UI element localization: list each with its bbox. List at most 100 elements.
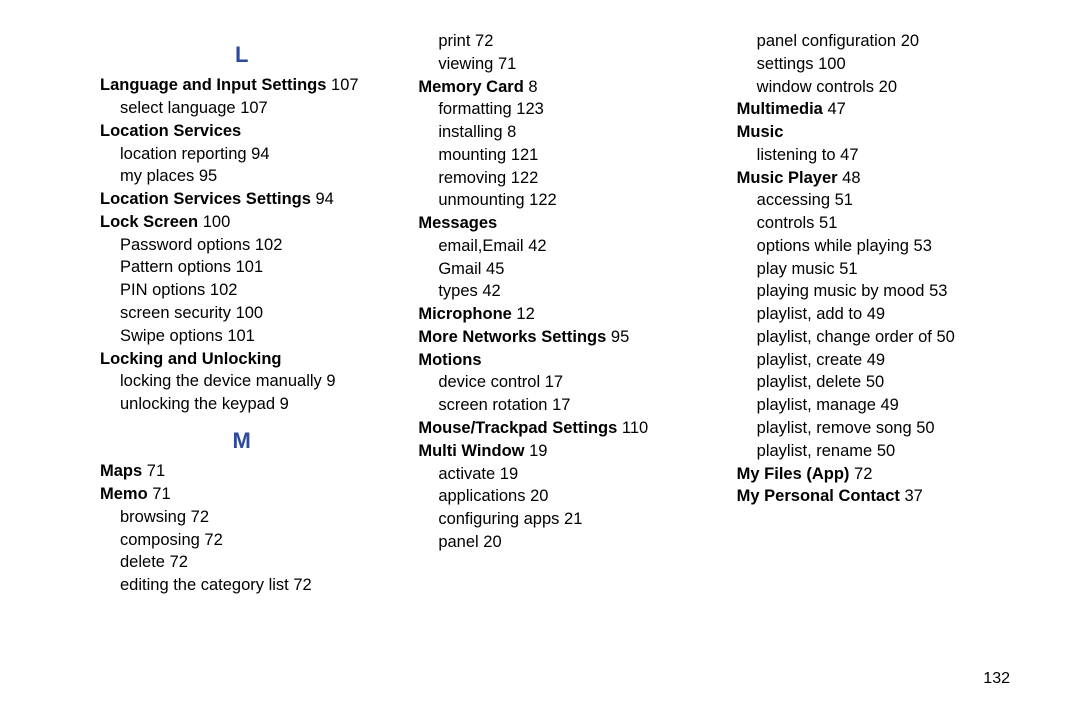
index-entry: Memo 71	[100, 483, 383, 506]
subentry-label: configuring apps	[438, 510, 559, 528]
column-2: print 72 viewing 71 Memory Card 8 format…	[418, 30, 701, 597]
index-page-ref: 53	[929, 282, 947, 300]
index-subentry: playlist, add to 49	[737, 303, 1020, 326]
index-topic: Language and Input Settings	[100, 76, 326, 94]
subentry-label: select language	[120, 99, 236, 117]
subentry-label: activate	[438, 465, 495, 483]
index-page: L Language and Input Settings 107 select…	[0, 0, 1080, 720]
index-page-ref: 37	[904, 487, 922, 505]
index-page-ref: 123	[516, 100, 544, 118]
index-topic: Motions	[418, 351, 481, 369]
index-page-ref: 122	[529, 191, 557, 209]
index-subentry: location reporting 94	[100, 143, 383, 166]
index-subentry: controls 51	[737, 212, 1020, 235]
index-topic: Memory Card	[418, 78, 523, 96]
index-subentry: Password options 102	[100, 234, 383, 257]
index-page-ref: 95	[611, 328, 629, 346]
index-subentry: playlist, change order of 50	[737, 326, 1020, 349]
index-page-ref: 72	[475, 32, 493, 50]
subentry-label: screen security	[120, 304, 231, 322]
index-page-ref: 101	[227, 327, 255, 345]
index-subentry: editing the category list 72	[100, 574, 383, 597]
index-subentry: locking the device manually 9	[100, 370, 383, 393]
subentry-label: Gmail	[438, 260, 481, 278]
index-subentry: mounting 121	[418, 144, 701, 167]
index-page-ref: 102	[255, 236, 283, 254]
subentry-label: unmounting	[438, 191, 524, 209]
index-page-ref: 20	[879, 78, 897, 96]
subentry-label: print	[438, 32, 470, 50]
subentry-label: playlist, manage	[757, 396, 876, 414]
subentry-label: device control	[438, 373, 540, 391]
index-page-ref: 19	[500, 465, 518, 483]
index-topic: More Networks Settings	[418, 328, 606, 346]
subentry-label: play music	[757, 260, 835, 278]
index-page-ref: 95	[199, 167, 217, 185]
index-entry: Motions	[418, 349, 701, 372]
subentry-label: settings	[757, 55, 814, 73]
index-page-ref: 50	[866, 373, 884, 391]
index-subentry: configuring apps 21	[418, 508, 701, 531]
index-page-ref: 72	[854, 465, 872, 483]
index-page-ref: 8	[528, 78, 537, 96]
index-entry: Multimedia 47	[737, 98, 1020, 121]
subentry-label: playlist, delete	[757, 373, 862, 391]
subentry-label: composing	[120, 531, 200, 549]
index-subentry: viewing 71	[418, 53, 701, 76]
index-topic: Locking and Unlocking	[100, 350, 282, 368]
subentry-label: Swipe options	[120, 327, 223, 345]
subentry-label: listening to	[757, 146, 836, 164]
index-subentry: window controls 20	[737, 76, 1020, 99]
index-topic: My Files (App)	[737, 465, 850, 483]
index-columns: L Language and Input Settings 107 select…	[100, 30, 1020, 597]
index-page-ref: 53	[914, 237, 932, 255]
subentry-label: editing the category list	[120, 576, 289, 594]
index-subentry: Swipe options 101	[100, 325, 383, 348]
subentry-label: PIN options	[120, 281, 205, 299]
index-entry: Language and Input Settings 107	[100, 74, 383, 97]
index-subentry: playlist, create 49	[737, 349, 1020, 372]
index-subentry: browsing 72	[100, 506, 383, 529]
index-subentry: playlist, manage 49	[737, 394, 1020, 417]
index-page-ref: 100	[203, 213, 231, 231]
index-subentry: removing 122	[418, 167, 701, 190]
subentry-label: window controls	[757, 78, 874, 96]
index-entry: Microphone 12	[418, 303, 701, 326]
index-subentry: playlist, remove song 50	[737, 417, 1020, 440]
index-page-ref: 20	[901, 32, 919, 50]
index-page-ref: 71	[147, 462, 165, 480]
index-topic: Location Services Settings	[100, 190, 311, 208]
subentry-label: Password options	[120, 236, 250, 254]
page-number: 132	[983, 670, 1010, 688]
index-topic: Mouse/Trackpad Settings	[418, 419, 617, 437]
index-subentry: listening to 47	[737, 144, 1020, 167]
index-topic: Maps	[100, 462, 142, 480]
subentry-label: accessing	[757, 191, 830, 209]
index-subentry: select language 107	[100, 97, 383, 120]
index-subentry: Gmail 45	[418, 258, 701, 281]
index-page-ref: 20	[530, 487, 548, 505]
index-entry: Music Player 48	[737, 167, 1020, 190]
index-page-ref: 47	[840, 146, 858, 164]
index-page-ref: 9	[280, 395, 289, 413]
subentry-label: mounting	[438, 146, 506, 164]
index-page-ref: 72	[204, 531, 222, 549]
section-letter-l: L	[100, 40, 383, 70]
subentry-label: installing	[438, 123, 502, 141]
subentry-label: playlist, change order of	[757, 328, 932, 346]
index-page-ref: 49	[867, 305, 885, 323]
index-page-ref: 49	[880, 396, 898, 414]
index-subentry: installing 8	[418, 121, 701, 144]
index-page-ref: 101	[236, 258, 264, 276]
index-entry: Maps 71	[100, 460, 383, 483]
index-subentry: device control 17	[418, 371, 701, 394]
subentry-label: playlist, remove song	[757, 419, 912, 437]
subentry-label: unlocking the keypad	[120, 395, 275, 413]
subentry-label: screen rotation	[438, 396, 547, 414]
index-page-ref: 51	[839, 260, 857, 278]
subentry-label: locking the device manually	[120, 372, 322, 390]
index-topic: My Personal Contact	[737, 487, 900, 505]
subentry-label: Pattern options	[120, 258, 231, 276]
index-page-ref: 50	[916, 419, 934, 437]
index-subentry: email,Email 42	[418, 235, 701, 258]
